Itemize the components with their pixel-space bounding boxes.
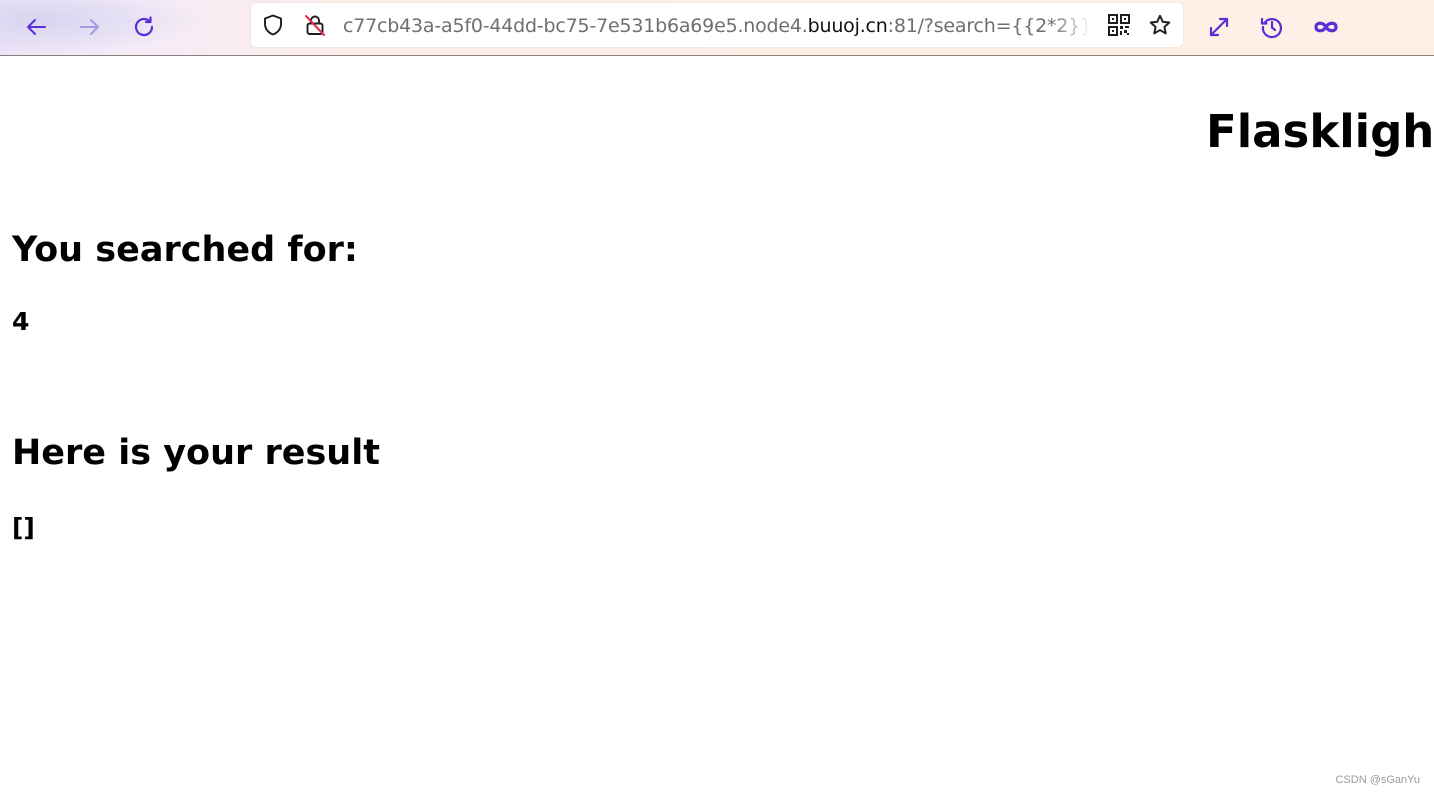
address-bar[interactable]: c77cb43a-a5f0-44dd-bc75-7e531b6a69e5.nod… xyxy=(251,3,1183,47)
private-mode-button[interactable] xyxy=(1307,8,1345,46)
watermark: CSDN @sGanYu xyxy=(1335,774,1420,786)
qr-code-button[interactable] xyxy=(1106,12,1132,38)
url-prefix: c77cb43a-a5f0-44dd-bc75-7e531b6a69e5.nod… xyxy=(343,15,808,37)
back-arrow-icon xyxy=(27,19,46,35)
url-fade xyxy=(1051,13,1096,39)
site-info-button[interactable] xyxy=(260,12,286,38)
searched-heading: You searched for: xyxy=(12,230,358,270)
shield-icon xyxy=(264,14,282,36)
infinity-icon xyxy=(1314,21,1338,33)
connection-security-button[interactable] xyxy=(302,12,328,38)
result-value: [] xyxy=(12,513,35,542)
url-text[interactable]: c77cb43a-a5f0-44dd-bc75-7e531b6a69e5.nod… xyxy=(343,14,1093,38)
browser-toolbar: c77cb43a-a5f0-44dd-bc75-7e531b6a69e5.nod… xyxy=(0,0,1434,56)
back-button[interactable] xyxy=(17,8,55,46)
page-content: Flasklight You searched for: 4 Here is y… xyxy=(0,56,1434,794)
forward-button[interactable] xyxy=(71,8,109,46)
history-icon xyxy=(1260,17,1283,39)
bookmark-button[interactable] xyxy=(1147,12,1173,38)
insecure-lock-icon xyxy=(305,15,325,36)
searched-value: 4 xyxy=(12,307,30,336)
forward-arrow-icon xyxy=(80,19,99,35)
star-icon xyxy=(1149,14,1171,35)
fullscreen-button[interactable] xyxy=(1200,8,1238,46)
reload-button[interactable] xyxy=(125,8,163,46)
qr-code-icon xyxy=(1108,14,1130,36)
page-title: Flasklight xyxy=(1206,105,1434,158)
result-heading: Here is your result xyxy=(12,433,380,473)
reload-icon xyxy=(134,16,154,37)
url-host: buuoj.cn xyxy=(807,15,888,37)
expand-icon xyxy=(1209,17,1229,37)
history-button[interactable] xyxy=(1253,8,1291,46)
